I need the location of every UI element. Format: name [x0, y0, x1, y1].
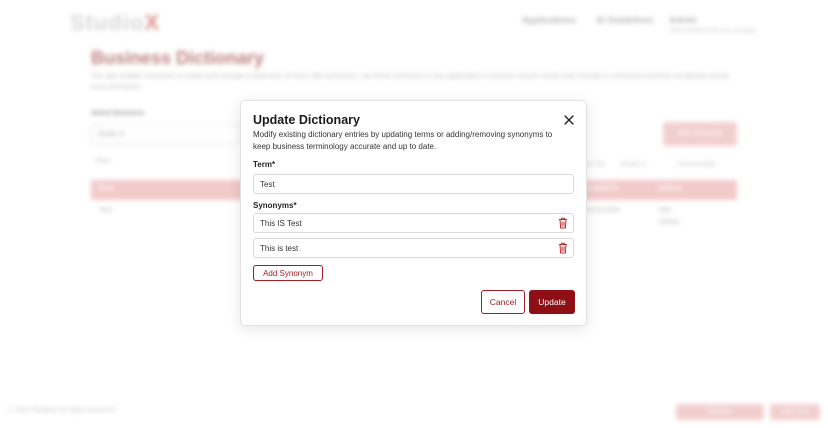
table-header-created: Created At — [583, 185, 619, 192]
term-label: Term* — [253, 160, 276, 169]
footer-explore-button[interactable]: Explore — [676, 404, 764, 420]
select-business-label: Select Business — [91, 110, 145, 117]
nav-admin[interactable]: Admin — [669, 15, 697, 25]
add-dictionary-button[interactable]: Add Dictionary — [663, 122, 737, 146]
synonyms-label: Synonyms* — [253, 201, 297, 210]
page-description: The app enables everyone to create and m… — [91, 73, 730, 92]
user-subtext: someone@domain.com manage — [669, 28, 756, 34]
close-button[interactable] — [561, 112, 577, 128]
select-business[interactable]: Studio X — [91, 124, 241, 144]
synonym-row — [253, 213, 574, 233]
table-delete-link[interactable]: Delete — [659, 219, 679, 226]
synonym-row — [253, 238, 574, 258]
nav-ai-guidelines[interactable]: AI Guidelines — [596, 15, 654, 25]
table-edit-link[interactable]: Edit — [659, 207, 671, 214]
sort-order-select[interactable]: Descending — [678, 161, 715, 168]
add-synonym-button[interactable]: Add Synonym — [253, 265, 323, 281]
table-header-term: Term — [97, 185, 114, 192]
modal-title: Update Dictionary — [253, 113, 360, 127]
close-icon — [564, 115, 574, 125]
trash-icon[interactable] — [558, 217, 568, 229]
footer-copyright: © 2024 StudioX All rights reserved. — [8, 407, 117, 414]
table-cell-created: 01/01/2024 — [585, 207, 621, 214]
studiox-logo: StudioX — [70, 10, 161, 35]
filter-control[interactable]: Filter — [95, 158, 111, 165]
trash-icon[interactable] — [558, 242, 568, 254]
cancel-button[interactable]: Cancel — [481, 290, 525, 314]
table-cell-term: Test — [99, 207, 112, 214]
modal-description: Modify existing dictionary entries by up… — [253, 130, 553, 151]
synonym-input[interactable] — [253, 213, 574, 233]
term-input[interactable] — [253, 174, 574, 194]
update-dictionary-modal: Update Dictionary Modify existing dictio… — [240, 100, 587, 326]
page-title: Business Dictionary — [91, 48, 265, 68]
footer-signout-button[interactable]: Sign Out — [770, 404, 820, 420]
table-header-actions: Actions — [657, 185, 683, 192]
update-button[interactable]: Update — [529, 290, 575, 314]
sort-by-select[interactable]: Studio X — [620, 161, 646, 168]
nav-applications[interactable]: Applications — [522, 15, 576, 25]
synonym-input[interactable] — [253, 238, 574, 258]
